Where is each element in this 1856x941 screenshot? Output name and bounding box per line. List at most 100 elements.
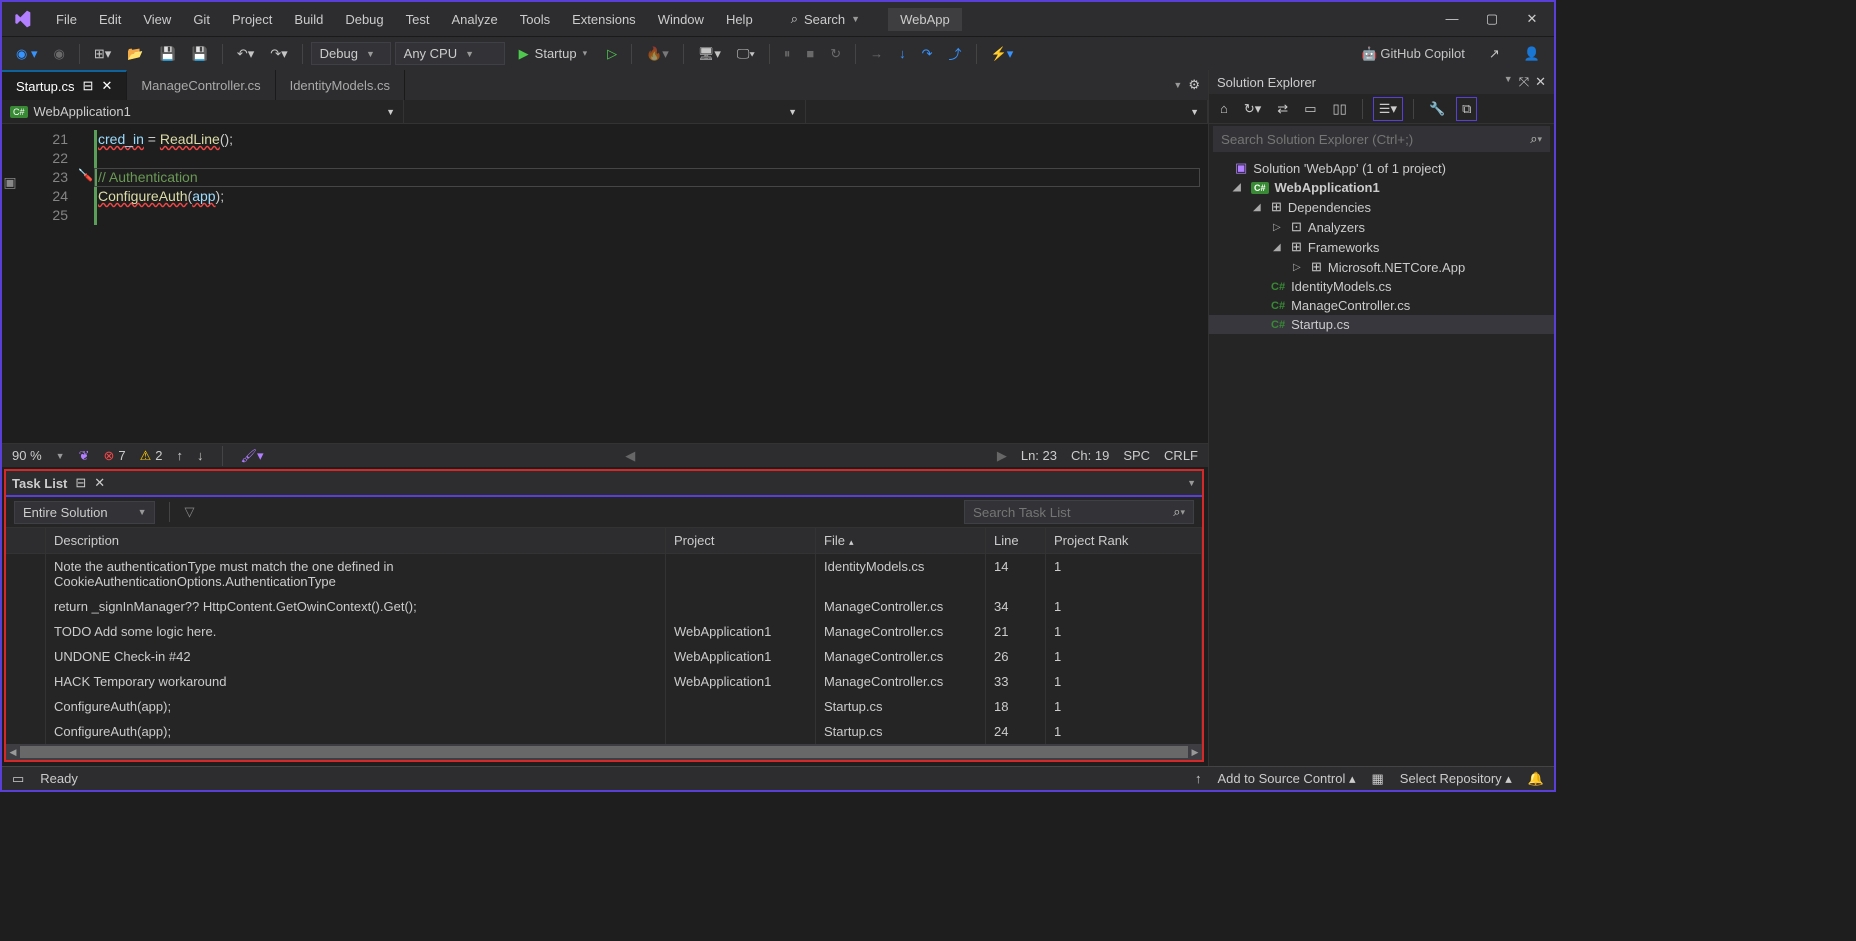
filter-icon[interactable]: ▽ bbox=[184, 504, 194, 520]
menu-git[interactable]: Git bbox=[183, 6, 220, 33]
history-button[interactable]: ↻▾ bbox=[1239, 98, 1266, 120]
file-tab[interactable]: IdentityModels.cs bbox=[276, 70, 405, 100]
scroll-right-icon[interactable]: ▶ bbox=[997, 448, 1007, 464]
class-nav-dropdown[interactable]: ▼ bbox=[404, 100, 806, 123]
task-row[interactable]: return _signInManager?? HttpContent.GetO… bbox=[6, 594, 1202, 619]
bell-icon[interactable]: 🔔 bbox=[1528, 771, 1544, 787]
search-icon[interactable]: ⌕ bbox=[1173, 504, 1180, 520]
error-count[interactable]: 7 bbox=[118, 448, 125, 464]
search-button[interactable]: ⌕ Search ▼ bbox=[783, 9, 868, 29]
expander-icon[interactable]: ◢ bbox=[1273, 242, 1285, 253]
solution-name[interactable]: WebApp bbox=[888, 8, 962, 31]
step-button[interactable]: ⤴ bbox=[943, 40, 968, 67]
pause-button[interactable]: ⏸ bbox=[778, 42, 797, 66]
col-rank[interactable]: Project Rank bbox=[1046, 528, 1202, 553]
horizontal-scrollbar[interactable]: ◀ ▶ bbox=[6, 744, 1202, 760]
panel-menu-icon[interactable]: ▼ bbox=[1504, 74, 1513, 90]
col-description[interactable]: Description bbox=[46, 528, 666, 553]
undo-button[interactable]: ↶▾ bbox=[231, 42, 260, 66]
file-tab[interactable]: ManageController.cs bbox=[127, 70, 275, 100]
step-over-button[interactable]: ↓ bbox=[893, 42, 912, 65]
task-row[interactable]: ConfigureAuth(app);Startup.cs241 bbox=[6, 719, 1202, 744]
stop-button[interactable]: ■ bbox=[800, 42, 820, 65]
tree-view-button[interactable]: ☰▾ bbox=[1373, 97, 1403, 121]
task-row[interactable]: ConfigureAuth(app);Startup.cs181 bbox=[6, 694, 1202, 719]
health-icon[interactable]: ❦ bbox=[79, 448, 90, 464]
col-project[interactable]: Project bbox=[666, 528, 816, 553]
menu-edit[interactable]: Edit bbox=[89, 6, 131, 33]
home-button[interactable]: ⌂ bbox=[1215, 98, 1233, 119]
analyzers-node[interactable]: ▷ ⊡ Analyzers bbox=[1209, 217, 1554, 237]
task-search[interactable]: ⌕ ▾ bbox=[964, 500, 1194, 524]
save-button[interactable]: 💾 bbox=[153, 42, 181, 66]
expander-icon[interactable]: ◢ bbox=[1233, 182, 1245, 193]
properties-button[interactable]: 🔧 bbox=[1424, 98, 1450, 120]
dependencies-node[interactable]: ◢ ⊞ Dependencies bbox=[1209, 197, 1554, 217]
browser-link-button[interactable]: 🖥▾ bbox=[692, 42, 727, 66]
save-all-button[interactable]: 💾 bbox=[186, 42, 214, 66]
step-into-button[interactable]: → bbox=[864, 42, 889, 65]
new-item-button[interactable]: ⊞▾ bbox=[88, 42, 117, 66]
col-indicator[interactable]: Ch: 19 bbox=[1071, 448, 1109, 463]
scroll-left-icon[interactable]: ◀ bbox=[6, 744, 20, 760]
scrollbar-thumb[interactable] bbox=[20, 746, 1188, 758]
step-out-button[interactable]: ↷ bbox=[916, 42, 939, 66]
file-node[interactable]: C#Startup.cs bbox=[1209, 315, 1554, 334]
pin-icon[interactable]: ⊟ bbox=[75, 475, 86, 491]
menu-debug[interactable]: Debug bbox=[335, 6, 393, 33]
frameworks-node[interactable]: ◢ ⊞ Frameworks bbox=[1209, 237, 1554, 257]
panel-menu-icon[interactable]: ▼ bbox=[1187, 478, 1196, 488]
search-dropdown-icon[interactable]: ▾ bbox=[1180, 507, 1185, 518]
zoom-level[interactable]: 90 % bbox=[12, 448, 42, 463]
eol-indicator[interactable]: CRLF bbox=[1164, 448, 1198, 463]
code-editor[interactable]: ▣ 2122232425 🪛 cred_in = ReadLine();// A… bbox=[2, 124, 1208, 443]
nav-down-icon[interactable]: ↓ bbox=[197, 448, 204, 463]
menu-file[interactable]: File bbox=[46, 6, 87, 33]
indent-indicator[interactable]: SPC bbox=[1123, 448, 1150, 463]
warning-count[interactable]: 2 bbox=[155, 448, 162, 464]
preview-button[interactable]: ⧉ bbox=[1456, 97, 1477, 121]
file-tab[interactable]: Startup.cs ⊟ ✕ bbox=[2, 70, 127, 100]
account-button[interactable]: 👤 bbox=[1518, 42, 1546, 66]
task-row[interactable]: Note the authenticationType must match t… bbox=[6, 554, 1202, 594]
output-icon[interactable]: ▭ bbox=[12, 771, 24, 787]
tabs-dropdown-icon[interactable]: ▼ bbox=[1173, 80, 1182, 90]
expander-icon[interactable]: ▷ bbox=[1293, 262, 1305, 273]
expander-icon[interactable]: ▷ bbox=[1273, 222, 1285, 233]
file-node[interactable]: C#IdentityModels.cs bbox=[1209, 277, 1554, 296]
hot-reload-button[interactable]: 🔥▾ bbox=[640, 42, 675, 66]
config-dropdown[interactable]: Debug▼ bbox=[311, 42, 391, 65]
task-row[interactable]: HACK Temporary workaroundWebApplication1… bbox=[6, 669, 1202, 694]
redo-button[interactable]: ↷▾ bbox=[264, 42, 293, 66]
find-button[interactable]: ⚡▾ bbox=[985, 42, 1020, 66]
close-icon[interactable]: ✕ bbox=[1535, 74, 1546, 90]
task-list-titlebar[interactable]: Task List ⊟ ✕ ▼ bbox=[6, 471, 1202, 497]
select-repo-button[interactable]: Select Repository ▴ bbox=[1400, 771, 1512, 787]
close-icon[interactable]: ✕ bbox=[94, 475, 105, 491]
zoom-dropdown-icon[interactable]: ▼ bbox=[56, 451, 65, 461]
minimize-button[interactable]: — bbox=[1442, 11, 1462, 27]
solution-explorer-titlebar[interactable]: Solution Explorer ▼ ⤧ ✕ bbox=[1209, 70, 1554, 94]
quick-action-icon[interactable]: 🪛 bbox=[78, 168, 93, 182]
project-nav-dropdown[interactable]: C# WebApplication1 ▼ bbox=[2, 100, 404, 123]
menu-project[interactable]: Project bbox=[222, 6, 282, 33]
netcore-node[interactable]: ▷ ⊞ Microsoft.NETCore.App bbox=[1209, 257, 1554, 277]
project-node[interactable]: ◢ C# WebApplication1 bbox=[1209, 178, 1554, 197]
scroll-left-icon[interactable]: ◀ bbox=[625, 448, 635, 464]
menu-build[interactable]: Build bbox=[284, 6, 333, 33]
task-row[interactable]: TODO Add some logic here.WebApplication1… bbox=[6, 619, 1202, 644]
file-node[interactable]: C#ManageController.cs bbox=[1209, 296, 1554, 315]
maximize-button[interactable]: ▢ bbox=[1482, 11, 1502, 27]
pin-icon[interactable]: ⊟ bbox=[83, 78, 94, 94]
cleanup-icon[interactable]: 🖌▾ bbox=[241, 448, 264, 464]
member-nav-dropdown[interactable]: ▼ bbox=[806, 100, 1208, 123]
line-indicator[interactable]: Ln: 23 bbox=[1021, 448, 1057, 463]
menu-help[interactable]: Help bbox=[716, 6, 763, 33]
web-button[interactable]: 🖵▾ bbox=[731, 42, 761, 66]
col-line[interactable]: Line bbox=[986, 528, 1046, 553]
nav-back-button[interactable]: ◉ ▾ bbox=[10, 42, 43, 66]
nav-up-icon[interactable]: ↑ bbox=[177, 448, 184, 463]
scroll-right-icon[interactable]: ▶ bbox=[1188, 744, 1202, 760]
share-button[interactable]: ↗ bbox=[1483, 42, 1506, 66]
scope-dropdown[interactable]: Entire Solution ▼ bbox=[14, 501, 155, 524]
